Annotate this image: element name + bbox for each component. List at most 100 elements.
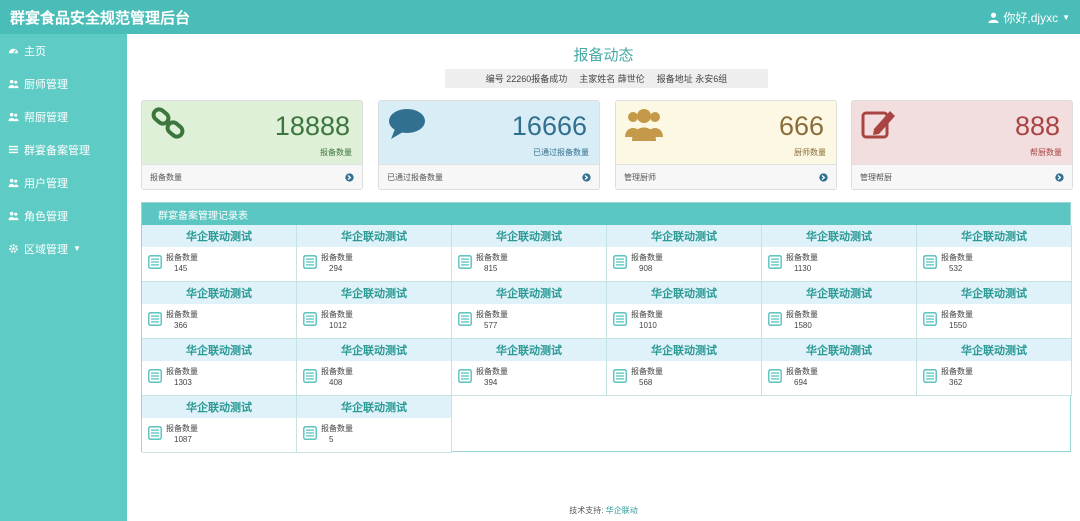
app-title: 群宴食品安全规范管理后台 bbox=[10, 9, 191, 27]
stat-number: 888 bbox=[1014, 111, 1060, 141]
report-notice: 编号 22260报备成功 主家姓名 薛世伦 报备地址 永安6组 bbox=[445, 69, 768, 88]
record-cell[interactable]: 华企联动测试报备数量 1303 bbox=[142, 339, 297, 396]
sidebar-item-region[interactable]: 区域管理 ▼ bbox=[0, 232, 127, 265]
footer-link[interactable]: 华企联动 bbox=[606, 506, 638, 515]
record-count-label: 报备数量 bbox=[166, 367, 198, 376]
record-count: 577 bbox=[484, 321, 498, 330]
record-cell[interactable]: 华企联动测试 报备数量 294 bbox=[297, 225, 452, 282]
stat-card-chefs: 666 厨师数量 管理厨师 bbox=[615, 100, 837, 190]
record-count-label: 报备数量 bbox=[631, 253, 663, 262]
record-name: 华企联动测试 bbox=[142, 225, 296, 247]
record-count: 1130 bbox=[794, 264, 812, 273]
record-name: 华企联动测试 bbox=[297, 339, 451, 361]
sidebar-item-helper[interactable]: 帮厨管理 bbox=[0, 100, 127, 133]
record-count-label: 报备数量 bbox=[321, 310, 353, 319]
sidebar-item-label: 用户管理 bbox=[24, 177, 68, 190]
comment-icon bbox=[389, 109, 425, 139]
record-cell[interactable]: 华企联动测试 报备数量 908 bbox=[607, 225, 762, 282]
list-alt-icon bbox=[148, 255, 162, 269]
record-count: 5 bbox=[329, 435, 334, 444]
stat-number: 16666 bbox=[511, 111, 587, 141]
page-footer: 技术支持: 华企联动 bbox=[127, 505, 1080, 516]
edit-icon bbox=[861, 111, 895, 139]
list-alt-icon bbox=[768, 369, 782, 383]
record-cell[interactable]: 华企联动测试 报备数量 577 bbox=[452, 282, 607, 339]
record-cell[interactable]: 华企联动测试 报备数量 1550 bbox=[917, 282, 1072, 339]
record-count: 694 bbox=[794, 378, 808, 387]
notice-owner: 主家姓名 薛世伦 bbox=[579, 74, 645, 84]
record-count: 1580 bbox=[794, 321, 812, 330]
list-alt-icon bbox=[148, 312, 162, 326]
dashboard-icon bbox=[8, 48, 19, 54]
record-cell[interactable]: 华企联动测试 报备数量 568 bbox=[607, 339, 762, 396]
record-count: 408 bbox=[329, 378, 343, 387]
sidebar-item-role[interactable]: 角色管理 bbox=[0, 199, 127, 232]
sidebar-item-chef[interactable]: 厨师管理 bbox=[0, 67, 127, 100]
record-name: 华企联动测试 bbox=[142, 339, 296, 361]
user-greeting: 你好,djyxc bbox=[1003, 10, 1059, 25]
stat-number: 666 bbox=[778, 111, 824, 141]
list-alt-icon bbox=[458, 255, 472, 269]
users-icon bbox=[8, 112, 19, 122]
sidebar-item-label: 群宴备案管理 bbox=[24, 144, 90, 157]
record-cell[interactable]: 华企联动测试报备数量 408 bbox=[297, 339, 452, 396]
list-alt-icon bbox=[923, 369, 937, 383]
record-name: 华企联动测试 bbox=[762, 339, 916, 361]
card-footer-link[interactable]: 已通过报备数量 bbox=[379, 164, 599, 189]
record-cell[interactable]: 华企联动测试 报备数量 394 bbox=[452, 339, 607, 396]
record-name: 华企联动测试 bbox=[762, 282, 916, 304]
stat-card-helpers: 888 帮厨数量 管理帮厨 bbox=[851, 100, 1073, 190]
record-cell[interactable]: 华企联动测试 报备数量 145 bbox=[142, 225, 297, 282]
record-count: 1303 bbox=[174, 378, 192, 387]
record-cell[interactable]: 华企联动测试 报备数量 5 bbox=[297, 396, 452, 453]
users-icon bbox=[8, 79, 19, 89]
users-icon bbox=[8, 178, 19, 188]
list-alt-icon bbox=[613, 312, 627, 326]
arrow-circle-right-icon bbox=[819, 173, 828, 182]
record-cell[interactable]: 华企联动测试 报备数量 1087 bbox=[142, 396, 297, 453]
record-name: 华企联动测试 bbox=[142, 396, 296, 418]
list-alt-icon bbox=[458, 312, 472, 326]
record-count-label: 报备数量 bbox=[476, 253, 508, 262]
record-name: 华企联动测试 bbox=[762, 225, 916, 247]
list-alt-icon bbox=[613, 255, 627, 269]
record-count-label: 报备数量 bbox=[321, 367, 353, 376]
record-cell[interactable]: 华企联动测试 报备数量 1012 bbox=[297, 282, 452, 339]
record-cell[interactable]: 华企联动测试 报备数量 1580 bbox=[762, 282, 917, 339]
card-footer-label: 管理帮厨 bbox=[860, 173, 892, 182]
sidebar-item-home[interactable]: 主页 bbox=[0, 34, 127, 67]
record-cell[interactable]: 华企联动测试 报备数量 362 bbox=[917, 339, 1072, 396]
stat-subtitle: 报备数量 bbox=[320, 148, 352, 157]
sidebar-item-label: 厨师管理 bbox=[24, 78, 68, 91]
record-name: 华企联动测试 bbox=[297, 396, 451, 418]
record-count-label: 报备数量 bbox=[941, 310, 973, 319]
records-panel-title: 群宴备案管理记录表 bbox=[142, 203, 1070, 225]
user-menu[interactable]: 你好,djyxc ▼ bbox=[988, 9, 1070, 26]
record-cell[interactable]: 华企联动测试报备数量 1130 bbox=[762, 225, 917, 282]
record-cell[interactable]: 华企联动测试 报备数量 1010 bbox=[607, 282, 762, 339]
list-alt-icon bbox=[458, 369, 472, 383]
list-alt-icon bbox=[303, 369, 317, 383]
record-count-label: 报备数量 bbox=[786, 253, 818, 262]
card-footer-label: 已通过报备数量 bbox=[387, 173, 443, 182]
record-count: 366 bbox=[174, 321, 188, 330]
record-cell[interactable]: 华企联动测试 报备数量 532 bbox=[917, 225, 1072, 282]
record-name: 华企联动测试 bbox=[607, 225, 761, 247]
footer-label: 技术支持: bbox=[569, 506, 604, 515]
list-alt-icon bbox=[923, 312, 937, 326]
card-footer-link[interactable]: 报备数量 bbox=[142, 164, 362, 189]
record-count: 1012 bbox=[329, 321, 347, 330]
record-cell[interactable]: 华企联动测试 报备数量 694 bbox=[762, 339, 917, 396]
sidebar-item-banquet[interactable]: 群宴备案管理 bbox=[0, 133, 127, 166]
chevron-down-icon: ▼ bbox=[73, 244, 81, 253]
user-icon bbox=[988, 12, 999, 23]
top-navbar: 群宴食品安全规范管理后台 你好,djyxc ▼ bbox=[0, 0, 1080, 34]
stat-subtitle: 已通过报备数量 bbox=[533, 148, 589, 157]
record-cell[interactable]: 华企联动测试 报备数量 815 bbox=[452, 225, 607, 282]
card-footer-link[interactable]: 管理厨师 bbox=[616, 164, 836, 189]
record-count: 568 bbox=[639, 378, 653, 387]
sidebar-item-user[interactable]: 用户管理 bbox=[0, 166, 127, 199]
card-footer-label: 管理厨师 bbox=[624, 173, 656, 182]
record-cell[interactable]: 华企联动测试 报备数量 366 bbox=[142, 282, 297, 339]
card-footer-link[interactable]: 管理帮厨 bbox=[852, 164, 1072, 189]
